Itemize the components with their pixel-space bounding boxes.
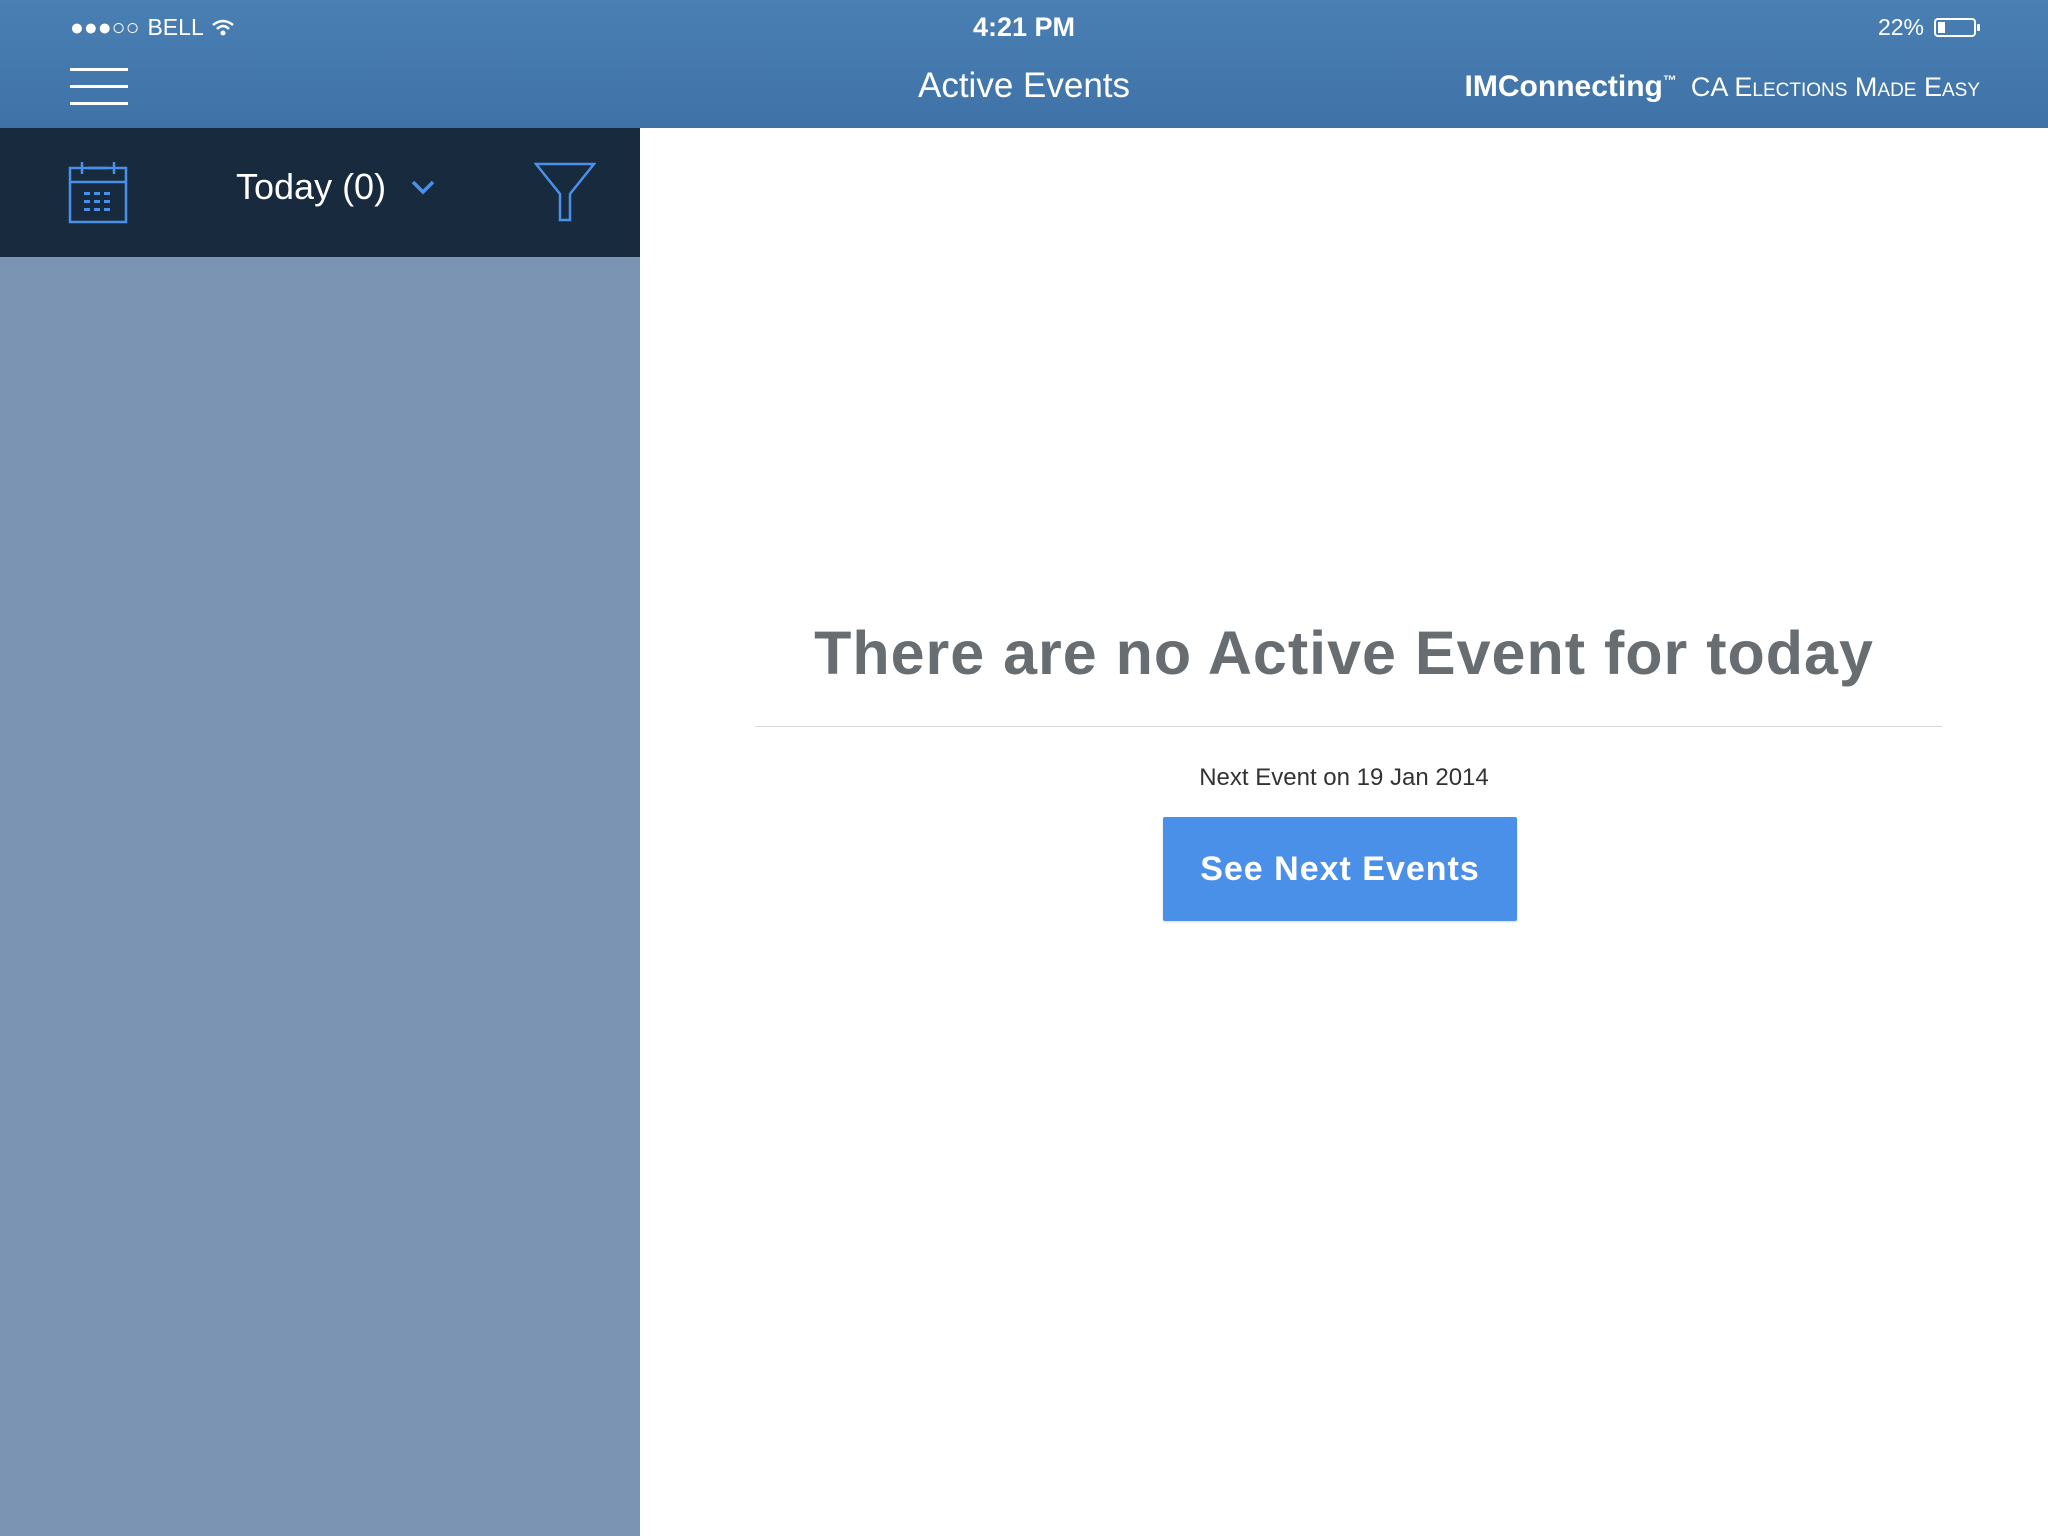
brand-tagline: CA Elections Made Easy bbox=[1690, 72, 1980, 102]
chevron-down-icon bbox=[411, 180, 435, 195]
filter-funnel-icon[interactable] bbox=[533, 162, 597, 222]
battery-level bbox=[1938, 22, 1945, 33]
divider bbox=[755, 726, 1942, 727]
brand-name: IMConnecting™ bbox=[1464, 70, 1677, 103]
status-bar-right: 22% bbox=[1877, 14, 1980, 41]
next-event-text: Next Event on 19 Jan 2014 bbox=[1199, 764, 1489, 791]
top-bar: ●●●○○ BELL 4:21 PM 22% Active Events IMC… bbox=[0, 0, 2048, 128]
date-filter-dropdown[interactable]: Today (0) bbox=[236, 166, 436, 208]
main-content: There are no Active Event for today Next… bbox=[640, 128, 2048, 1536]
brand-logo: IMConnecting™ CA Elections Made Easy bbox=[1465, 70, 1980, 104]
empty-state-message: There are no Active Event for today bbox=[814, 619, 1874, 687]
battery-icon bbox=[1934, 18, 1980, 37]
status-time: 4:21 PM bbox=[972, 12, 1076, 42]
see-next-events-button[interactable]: See Next Events bbox=[1163, 817, 1517, 921]
sidebar-event-list bbox=[0, 257, 640, 1536]
battery-percent: 22% bbox=[1877, 14, 1924, 40]
calendar-icon[interactable] bbox=[68, 160, 130, 224]
date-filter-label: Today (0) bbox=[236, 166, 387, 207]
